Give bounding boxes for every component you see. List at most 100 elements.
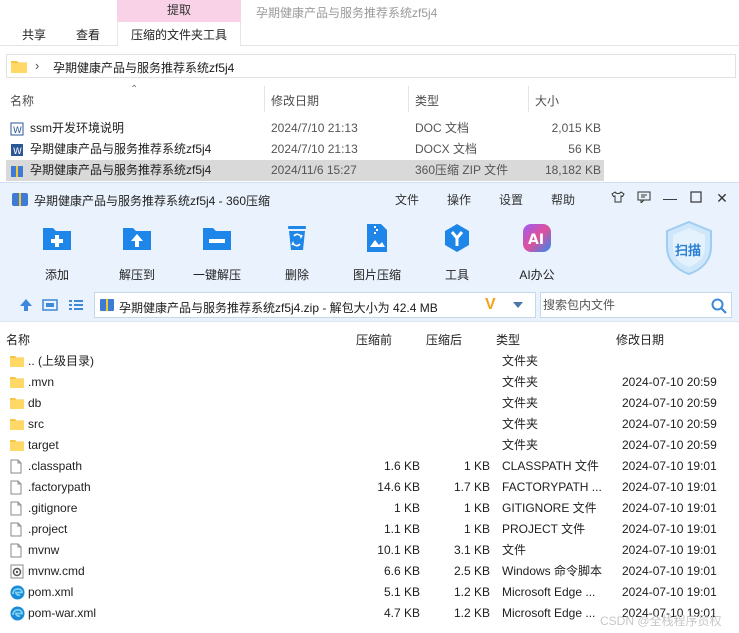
ribbon-context-header[interactable]: 提取 <box>117 0 241 22</box>
archive-row[interactable]: .mvn 文件夹 2024-07-10 20:59 <box>0 372 739 393</box>
address-path[interactable]: 孕期健康产品与服务推荐系统zf5j4 <box>53 59 234 76</box>
col-name[interactable]: 名称 <box>6 331 30 348</box>
archive-search-input[interactable] <box>541 293 709 317</box>
entry-type: PROJECT 文件 <box>502 522 586 536</box>
zip-toolbar: 添加 解压到 一键解压 删除 图片压缩 工具 AI AI办公 扫描 <box>0 214 739 288</box>
entry-name: mvnw.cmd <box>28 564 85 578</box>
col-type[interactable]: 类型 <box>496 331 520 348</box>
one-click-extract-label: 一键解压 <box>192 268 241 282</box>
archive-row[interactable]: target 文件夹 2024-07-10 20:59 <box>0 435 739 456</box>
add-button[interactable]: 添加 <box>27 222 87 283</box>
file-size: 18,182 KB <box>544 163 601 177</box>
zip-file-icon <box>99 297 115 316</box>
entry-type: 文件夹 <box>502 396 539 410</box>
entry-size-before: 1.1 KB <box>383 522 420 536</box>
one-click-extract-button[interactable]: 一键解压 <box>187 222 247 283</box>
detail-view-icon[interactable] <box>42 297 58 313</box>
archive-path-field[interactable]: 孕期健康产品与服务推荐系统zf5j4.zip - 解包大小为 42.4 MB V <box>94 292 536 318</box>
entry-type: 文件 <box>502 543 527 557</box>
breadcrumb-chevron-icon[interactable]: › <box>35 58 39 73</box>
entry-type: 文件夹 <box>502 438 539 452</box>
archive-row[interactable]: .project 1.1 KB 1 KB PROJECT 文件 2024-07-10 1… <box>0 519 739 540</box>
entry-size-before: 4.7 KB <box>383 606 420 620</box>
up-arrow-icon[interactable] <box>18 297 34 313</box>
file-row[interactable]: W ssm开发环境说明 2024/7/10 21:13 DOC 文档 2,015… <box>6 118 604 139</box>
scan-button[interactable]: 扫描 <box>664 220 714 276</box>
explorer-window-title: 孕期健康产品与服务推荐系统zf5j4 <box>256 6 438 20</box>
entry-modified: 2024-07-10 20:59 <box>622 396 717 410</box>
menu-settings[interactable]: 设置 <box>499 191 523 208</box>
entry-name: mvnw <box>28 543 60 557</box>
close-icon[interactable]: ✕ <box>712 188 732 208</box>
ai-office-button[interactable]: AI AI办公 <box>507 222 567 283</box>
file-row-selected[interactable]: 孕期健康产品与服务推荐系统zf5j4 2024/11/6 15:27 360压缩… <box>6 160 604 181</box>
svg-text:W: W <box>13 147 22 157</box>
entry-size-before: 1.6 KB <box>383 459 420 473</box>
col-modified[interactable]: 修改日期 <box>616 331 664 348</box>
extract-to-button[interactable]: 解压到 <box>107 222 167 283</box>
file-type: DOC 文档 <box>415 121 470 135</box>
col-size[interactable]: 大小 <box>535 92 559 109</box>
entry-modified: 2024-07-10 20:59 <box>622 438 717 452</box>
entry-modified: 2024-07-10 19:01 <box>622 501 717 515</box>
ai-office-icon: AI <box>521 222 553 254</box>
entry-name: pom.xml <box>28 585 74 599</box>
col-name[interactable]: 名称 <box>10 92 34 109</box>
tools-button[interactable]: 工具 <box>427 222 487 283</box>
file-row[interactable]: W 孕期健康产品与服务推荐系统zf5j4 2024/7/10 21:13 DOC… <box>6 139 604 160</box>
maximize-icon[interactable] <box>686 188 706 208</box>
entry-type: 文件夹 <box>502 375 539 389</box>
menu-operate[interactable]: 操作 <box>447 191 471 208</box>
file-name: ssm开发环境说明 <box>30 121 124 135</box>
menu-help[interactable]: 帮助 <box>551 191 575 208</box>
entry-type: Microsoft Edge ... <box>502 606 596 620</box>
tab-compressed-folder-tools[interactable]: 压缩的文件夹工具 <box>117 22 241 46</box>
file-date: 2024/7/10 21:13 <box>271 142 358 156</box>
archive-search-box[interactable] <box>540 292 732 318</box>
entry-size-before: 10.1 KB <box>377 543 420 557</box>
entry-size-before: 14.6 KB <box>377 480 420 494</box>
archive-row[interactable]: pom.xml 5.1 KB 1.2 KB Microsoft Edge ... 202… <box>0 582 739 603</box>
entry-size-after: 2.5 KB <box>453 564 490 578</box>
archive-row[interactable]: src 文件夹 2024-07-10 20:59 <box>0 414 739 435</box>
image-compress-icon <box>361 222 393 254</box>
image-compress-button[interactable]: 图片压缩 <box>347 222 407 283</box>
col-size-before[interactable]: 压缩前 <box>356 331 392 348</box>
entry-type: FACTORYPATH ... <box>502 480 602 494</box>
archive-row[interactable]: db 文件夹 2024-07-10 20:59 <box>0 393 739 414</box>
entry-type: CLASSPATH 文件 <box>502 459 599 473</box>
image-compress-label: 图片压缩 <box>352 268 401 282</box>
search-icon[interactable] <box>711 298 727 317</box>
col-size-after[interactable]: 压缩后 <box>426 331 462 348</box>
entry-type: Windows 命令脚本 <box>502 564 603 578</box>
list-view-icon[interactable] <box>68 297 84 313</box>
archive-row[interactable]: .classpath 1.6 KB 1 KB CLASSPATH 文件 2024-07-… <box>0 456 739 477</box>
file-date: 2024/7/10 21:13 <box>271 121 358 135</box>
ai-office-label: AI办公 <box>519 268 555 282</box>
col-date[interactable]: 修改日期 <box>271 92 319 109</box>
delete-button[interactable]: 删除 <box>267 222 327 283</box>
path-dropdown-icon[interactable] <box>513 302 523 308</box>
skin-icon[interactable] <box>608 188 628 208</box>
tab-share[interactable]: 共享 <box>22 22 46 46</box>
archive-row[interactable]: mvnw 10.1 KB 3.1 KB 文件 2024-07-10 19:01 <box>0 540 739 561</box>
archive-row[interactable]: .gitignore 1 KB 1 KB GITIGNORE 文件 2024-07-10… <box>0 498 739 519</box>
entry-size-after: 1 KB <box>463 459 490 473</box>
archive-row[interactable]: .factorypath 14.6 KB 1.7 KB FACTORYPATH ...… <box>0 477 739 498</box>
entry-size-before: 6.6 KB <box>383 564 420 578</box>
tab-view[interactable]: 查看 <box>76 22 100 46</box>
menu-file[interactable]: 文件 <box>395 191 419 208</box>
archive-row[interactable]: .. (上级目录) 文件夹 <box>0 351 739 372</box>
entry-type: GITIGNORE 文件 <box>502 501 597 515</box>
col-type[interactable]: 类型 <box>415 92 439 109</box>
file-type: DOCX 文档 <box>415 142 478 156</box>
address-bar[interactable]: › 孕期健康产品与服务推荐系统zf5j4 <box>6 54 736 78</box>
file-type: 360压缩 ZIP 文件 <box>415 163 509 177</box>
minimize-icon[interactable]: — <box>660 188 680 208</box>
zip-window: 孕期健康产品与服务推荐系统zf5j4 - 360压缩 文件 操作 设置 帮助 —… <box>0 182 739 633</box>
archive-path-text: 孕期健康产品与服务推荐系统zf5j4.zip - 解包大小为 42.4 MB <box>119 301 438 315</box>
entry-modified: 2024-07-10 19:01 <box>622 459 717 473</box>
file-size: 56 KB <box>568 142 601 156</box>
feedback-icon[interactable] <box>634 188 654 208</box>
archive-row[interactable]: mvnw.cmd 6.6 KB 2.5 KB Windows 命令脚本 2024-07-… <box>0 561 739 582</box>
